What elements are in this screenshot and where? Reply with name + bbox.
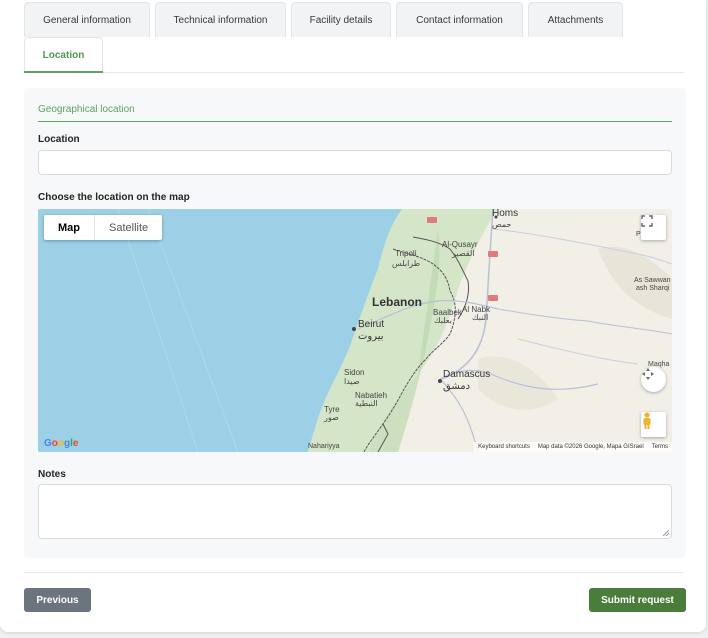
map-label-nahariyya: Nahariyya — [308, 443, 340, 450]
location-map[interactable]: Homs حمص Tripoli طرابلس Al-Qusayr القصير… — [38, 209, 672, 452]
tab-technical-information[interactable]: Technical information — [155, 2, 286, 37]
tab-label: Facility details — [309, 14, 373, 26]
submit-request-button[interactable]: Submit request — [589, 588, 686, 612]
street-view-pegman-button[interactable] — [641, 412, 666, 437]
move-arrows-icon — [642, 368, 654, 380]
tab-label: Contact information — [416, 14, 503, 26]
terms-link[interactable]: Terms — [652, 444, 668, 450]
map-label-ash-sharqi: ash Sharqi — [636, 285, 670, 292]
location-label: Location — [38, 134, 80, 145]
map-canvas — [38, 209, 672, 452]
map-label-baalbek-ar: بعلبك — [434, 316, 452, 325]
fullscreen-icon — [641, 215, 653, 227]
map-label-homs: Homs — [492, 209, 519, 219]
previous-button[interactable]: Previous — [24, 588, 91, 612]
map-label-alqusayr: Al-Qusayr — [442, 240, 478, 249]
map-type-map-button[interactable]: Map — [44, 215, 94, 240]
notes-label: Notes — [38, 469, 66, 480]
map-label-tripoli-ar: طرابلس — [392, 259, 421, 268]
map-label-assawwan: As Sawwan — [634, 277, 671, 284]
map-label-p: P — [636, 231, 641, 238]
camera-control-button[interactable] — [641, 367, 666, 392]
footer-divider — [24, 572, 684, 573]
map-label: Choose the location on the map — [38, 192, 190, 203]
map-label-sidon-ar: صيدا — [344, 377, 360, 386]
tabs-divider — [24, 72, 684, 73]
tab-facility-details[interactable]: Facility details — [291, 2, 391, 37]
tab-label: Attachments — [547, 14, 604, 26]
map-label-alqusayr-ar: القصير — [452, 249, 475, 258]
tab-label: Location — [42, 49, 85, 61]
fullscreen-button[interactable] — [641, 215, 666, 240]
tab-label: General information — [43, 14, 131, 26]
map-label-damascus-ar: دمشق — [443, 381, 471, 392]
form-card: General information Technical informatio… — [0, 0, 706, 632]
map-label-beirut-ar: بيروت — [358, 331, 384, 342]
map-label-beirut: Beirut — [358, 319, 385, 330]
active-tab-indicator — [24, 71, 103, 73]
tab-general-information[interactable]: General information — [24, 2, 150, 37]
tab-contact-information[interactable]: Contact information — [396, 2, 523, 37]
tab-label: Technical information — [173, 14, 268, 26]
map-type-satellite-button[interactable]: Satellite — [95, 215, 162, 240]
map-label-nabatieh-ar: النبطية — [355, 399, 378, 408]
google-logo: Google — [44, 438, 79, 449]
resize-grip-icon[interactable] — [663, 530, 669, 536]
tab-attachments[interactable]: Attachments — [528, 2, 623, 37]
tab-location[interactable]: Location — [24, 37, 103, 72]
map-label-homs-ar: حمص — [492, 220, 512, 229]
map-label-tyre-ar: صور — [324, 413, 339, 422]
section-title: Geographical location — [38, 104, 135, 115]
map-label-sidon: Sidon — [344, 368, 365, 377]
map-label-lebanon: Lebanon — [372, 295, 422, 309]
keyboard-shortcuts-link[interactable]: Keyboard shortcuts — [478, 444, 530, 450]
map-label-alnabk-ar: النبك — [472, 313, 489, 322]
section-divider — [38, 121, 672, 122]
notes-textarea[interactable] — [38, 484, 672, 539]
map-label-damascus: Damascus — [443, 369, 491, 380]
map-attribution-bar: Keyboard shortcuts Map data ©2026 Google… — [474, 442, 672, 452]
map-label-tripoli: Tripoli — [395, 249, 417, 258]
pegman-icon — [643, 412, 651, 429]
location-input[interactable] — [38, 150, 672, 175]
map-type-control: Map Satellite — [44, 215, 163, 240]
map-data-credit: Map data ©2026 Google, Mapa GISrael — [537, 444, 644, 450]
notes-wrapper — [38, 484, 672, 539]
